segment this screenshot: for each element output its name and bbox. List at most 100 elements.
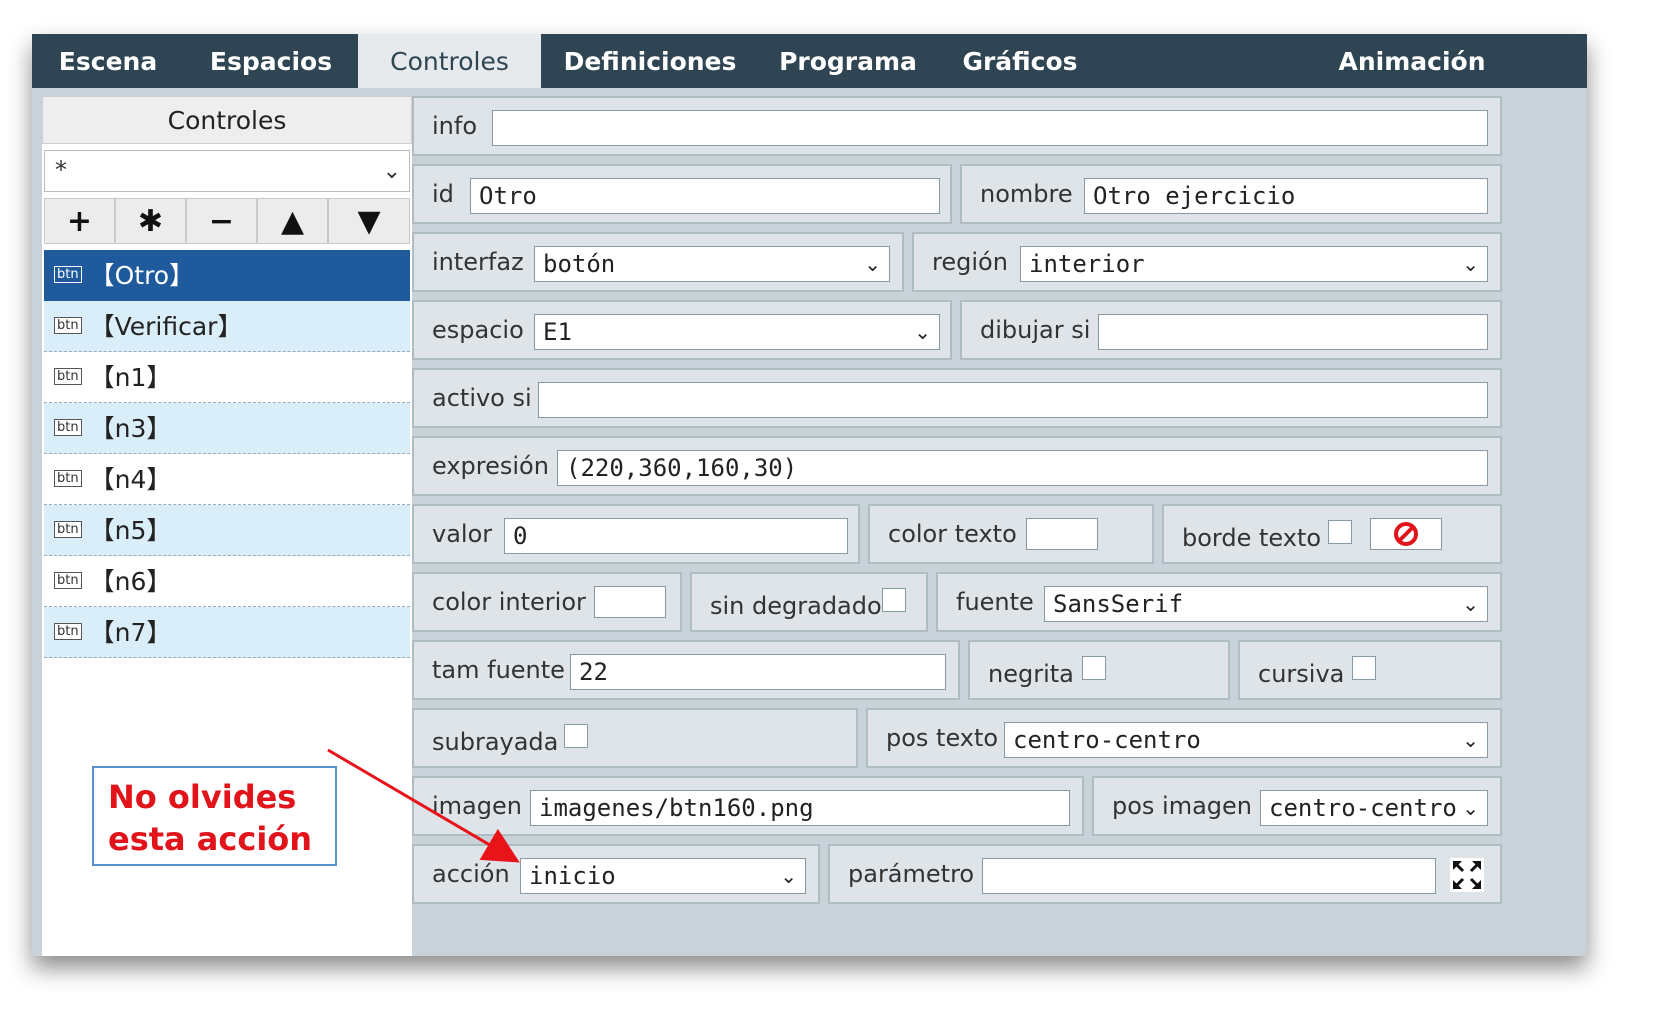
list-item-verificar[interactable]: btn 【Verificar】 bbox=[44, 301, 410, 352]
pos-imagen-row: pos imagen centro-centro ⌄ bbox=[1092, 776, 1502, 836]
negrita-label: negrita bbox=[988, 660, 1074, 688]
pos-imagen-label: pos imagen bbox=[1112, 792, 1253, 820]
dibujar-si-row: dibujar si bbox=[960, 300, 1502, 360]
controls-filter-select[interactable]: * ⌄ bbox=[44, 150, 410, 192]
id-row: id Otro bbox=[412, 164, 952, 224]
activo-si-label: activo si bbox=[432, 384, 532, 412]
negrita-checkbox[interactable] bbox=[1082, 656, 1106, 680]
list-item-otro[interactable]: btn 【Otro】 bbox=[44, 250, 410, 301]
expresion-input[interactable]: (220,360,160,30) bbox=[557, 450, 1488, 486]
pos-texto-value: centro-centro bbox=[1013, 726, 1201, 754]
tam-fuente-input[interactable]: 22 bbox=[570, 654, 946, 690]
properties-panel: info id Otro nombre Otro ejercicio inter… bbox=[412, 88, 1587, 956]
list-item-label: 【n6】 bbox=[89, 567, 172, 596]
accion-select[interactable]: inicio ⌄ bbox=[520, 858, 806, 894]
activo-si-input[interactable] bbox=[538, 382, 1488, 418]
chevron-down-icon: ⌄ bbox=[382, 159, 401, 184]
chevron-down-icon: ⌄ bbox=[914, 320, 931, 344]
borde-color-button[interactable] bbox=[1370, 518, 1442, 550]
note-line-1: No olvides bbox=[108, 778, 297, 816]
tab-programa[interactable]: Programa bbox=[759, 34, 937, 88]
add-button[interactable]: + bbox=[44, 198, 115, 244]
subrayada-checkbox[interactable] bbox=[564, 724, 588, 748]
btn-badge: btn bbox=[54, 520, 82, 538]
btn-badge: btn bbox=[54, 571, 82, 589]
list-item-n3[interactable]: btn 【n3】 bbox=[44, 403, 410, 454]
espacio-select[interactable]: E1 ⌄ bbox=[534, 314, 940, 350]
dibujar-si-input[interactable] bbox=[1098, 314, 1488, 350]
color-interior-swatch[interactable] bbox=[594, 586, 666, 618]
tam-fuente-label: tam fuente bbox=[432, 656, 565, 684]
tab-espacios[interactable]: Espacios bbox=[184, 34, 358, 88]
move-down-button[interactable]: ▼ bbox=[328, 198, 410, 244]
note-line-2: esta acción bbox=[108, 820, 313, 858]
list-item-n4[interactable]: btn 【n4】 bbox=[44, 454, 410, 505]
copy-button[interactable]: ✱ bbox=[115, 198, 186, 244]
imagen-label: imagen bbox=[432, 792, 522, 820]
chevron-down-icon: ⌄ bbox=[1462, 252, 1479, 276]
remove-button[interactable]: − bbox=[186, 198, 257, 244]
sin-degradado-label: sin degradado bbox=[710, 592, 882, 620]
btn-badge: btn bbox=[54, 316, 82, 334]
tab-animacion[interactable]: Animación bbox=[1317, 34, 1507, 88]
list-item-label: 【n4】 bbox=[89, 465, 172, 494]
fuente-row: fuente SansSerif ⌄ bbox=[936, 572, 1502, 632]
move-up-button[interactable]: ▲ bbox=[257, 198, 328, 244]
espacio-label: espacio bbox=[432, 316, 524, 344]
valor-input[interactable]: 0 bbox=[504, 518, 848, 554]
list-item-n5[interactable]: btn 【n5】 bbox=[44, 505, 410, 556]
parametro-label: parámetro bbox=[848, 860, 975, 888]
tab-escena[interactable]: Escena bbox=[32, 34, 184, 88]
region-select[interactable]: interior ⌄ bbox=[1020, 246, 1488, 282]
btn-badge: btn bbox=[54, 418, 82, 436]
chevron-down-icon: ⌄ bbox=[1462, 592, 1479, 616]
expand-icon[interactable] bbox=[1450, 858, 1484, 892]
pos-imagen-select[interactable]: centro-centro ⌄ bbox=[1260, 790, 1488, 826]
controls-panel: Controles * ⌄ + ✱ − ▲ ▼ btn 【Otro】 btn 【Ve… bbox=[42, 96, 412, 956]
cursiva-checkbox[interactable] bbox=[1352, 656, 1376, 680]
list-item-n1[interactable]: btn 【n1】 bbox=[44, 352, 410, 403]
accion-label: acción bbox=[432, 860, 510, 888]
accion-row: acción inicio ⌄ bbox=[412, 844, 820, 904]
interfaz-row: interfaz botón ⌄ bbox=[412, 232, 904, 292]
btn-badge: btn bbox=[54, 265, 82, 283]
nombre-label: nombre bbox=[980, 180, 1073, 208]
espacio-row: espacio E1 ⌄ bbox=[412, 300, 952, 360]
interfaz-value: botón bbox=[543, 250, 616, 278]
list-item-label: 【n1】 bbox=[89, 363, 172, 392]
color-texto-label: color texto bbox=[888, 520, 1017, 548]
borde-texto-checkbox[interactable] bbox=[1328, 520, 1352, 544]
sin-degradado-checkbox[interactable] bbox=[882, 588, 906, 612]
id-input[interactable]: Otro bbox=[470, 178, 940, 214]
interfaz-select[interactable]: botón ⌄ bbox=[534, 246, 890, 282]
chevron-down-icon: ⌄ bbox=[1462, 728, 1479, 752]
tab-graficos[interactable]: Gráficos bbox=[937, 34, 1103, 88]
info-label: info bbox=[432, 112, 478, 140]
color-interior-label: color interior bbox=[432, 588, 586, 616]
list-item-n6[interactable]: btn 【n6】 bbox=[44, 556, 410, 607]
tab-definiciones[interactable]: Definiciones bbox=[541, 34, 759, 88]
info-input[interactable] bbox=[492, 110, 1488, 146]
parametro-input[interactable] bbox=[982, 858, 1436, 894]
cursiva-row: cursiva bbox=[1238, 640, 1502, 700]
list-item-label: 【Verificar】 bbox=[89, 312, 243, 341]
tab-bar: Escena Espacios Controles Definiciones P… bbox=[32, 34, 1587, 88]
chevron-down-icon: ⌄ bbox=[780, 864, 797, 888]
tab-controles[interactable]: Controles bbox=[358, 34, 541, 88]
list-item-label: 【Otro】 bbox=[89, 261, 195, 290]
list-item-label: 【n3】 bbox=[89, 414, 172, 443]
list-item-n7[interactable]: btn 【n7】 bbox=[44, 607, 410, 658]
pos-texto-select[interactable]: centro-centro ⌄ bbox=[1004, 722, 1488, 758]
nombre-input[interactable]: Otro ejercicio bbox=[1084, 178, 1488, 214]
controls-toolbar: + ✱ − ▲ ▼ bbox=[44, 198, 410, 244]
espacio-value: E1 bbox=[543, 318, 572, 346]
valor-label: valor bbox=[432, 520, 493, 548]
fuente-select[interactable]: SansSerif ⌄ bbox=[1044, 586, 1488, 622]
editor-window: Escena Espacios Controles Definiciones P… bbox=[32, 34, 1587, 956]
color-texto-swatch[interactable] bbox=[1026, 518, 1098, 550]
imagen-input[interactable]: imagenes/btn160.png bbox=[530, 790, 1070, 826]
id-label: id bbox=[432, 180, 454, 208]
dibujar-si-label: dibujar si bbox=[980, 316, 1091, 344]
negrita-row: negrita bbox=[968, 640, 1230, 700]
expresion-label: expresión bbox=[432, 452, 549, 480]
